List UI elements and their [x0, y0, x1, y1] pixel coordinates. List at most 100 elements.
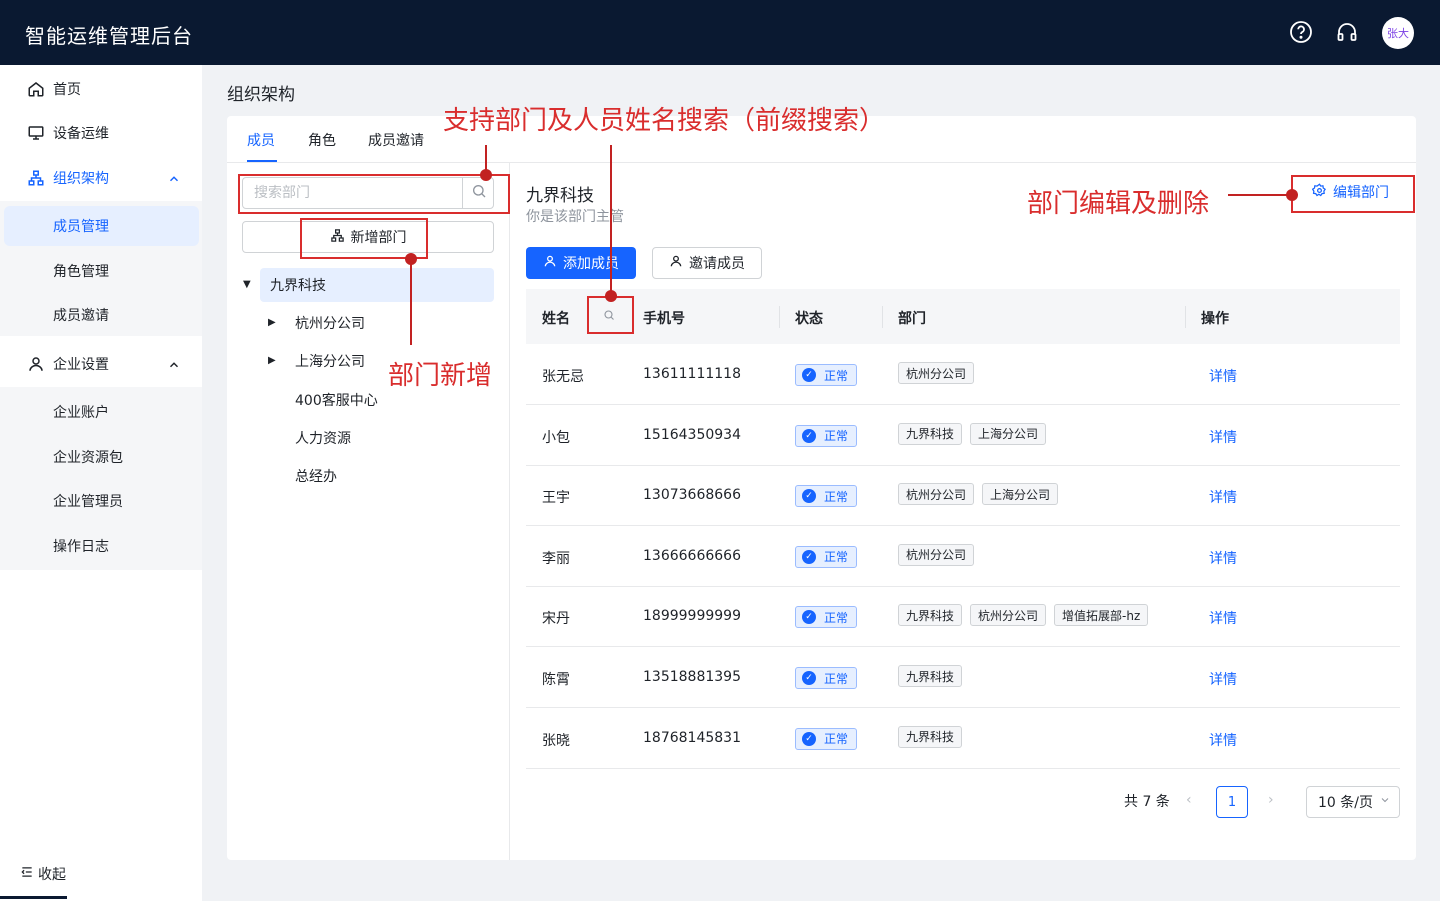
page-button[interactable]: 1: [1216, 786, 1248, 818]
member-name: 王宇: [542, 490, 570, 507]
member-name: 张无忌: [542, 369, 584, 385]
caret-right-icon[interactable]: ▶: [268, 355, 276, 366]
col-phone: 手机号: [643, 311, 685, 327]
dept-tags: 九界科技 杭州分公司 增值拓展部-hz: [898, 604, 1149, 627]
table-row: 李丽 13666666666 ✓ 正常 杭州分公司 详情: [526, 526, 1400, 587]
annotation-dot: [480, 169, 492, 181]
chevron-right-icon[interactable]: ›: [1268, 792, 1274, 808]
annotation-box-search: [238, 174, 510, 214]
detail-link[interactable]: 详情: [1209, 730, 1237, 750]
home-icon: [27, 80, 45, 98]
tab-invites[interactable]: 成员邀请: [368, 130, 424, 150]
table-row: 小包 15164350934 ✓ 正常 九界科技 上海分公司 详情: [526, 405, 1400, 466]
status-label: 正常: [824, 732, 849, 747]
sidebar-collapse-button[interactable]: 收起: [20, 864, 66, 884]
sidebar-item-operation-log[interactable]: 操作日志: [0, 526, 202, 566]
detail-link[interactable]: 详情: [1209, 427, 1237, 447]
dept-tags: 杭州分公司: [898, 362, 975, 384]
annotation-add-note: 部门新增: [388, 361, 493, 391]
tree-node[interactable]: 人力资源: [295, 421, 351, 455]
status-label: 正常: [824, 550, 849, 565]
col-divider: [1185, 306, 1186, 328]
headset-icon[interactable]: [1335, 20, 1359, 44]
sidebar-item-enterprise[interactable]: 企业设置: [0, 344, 202, 384]
scrollbar[interactable]: [0, 896, 67, 899]
caret-down-icon[interactable]: ▼: [243, 279, 251, 290]
tree-node[interactable]: 上海分公司: [295, 344, 365, 378]
sidebar-item-label: 设备运维: [53, 126, 109, 142]
status-badge: ✓ 正常: [795, 606, 857, 629]
app-title: 智能运维管理后台: [25, 24, 193, 48]
tree-node[interactable]: 杭州分公司: [295, 306, 365, 340]
status-label: 正常: [824, 368, 849, 383]
annotation-dot: [1286, 189, 1298, 201]
table-header: 姓名 手机号 状态 部门 操作: [526, 289, 1400, 344]
top-header: 智能运维管理后台 张大: [0, 0, 1440, 65]
sidebar-item-resource-pack[interactable]: 企业资源包: [0, 437, 202, 477]
table-row: 陈霄 13518881395 ✓ 正常 九界科技 详情: [526, 647, 1400, 708]
detail-link[interactable]: 详情: [1209, 487, 1237, 507]
tree-node-label: 人力资源: [295, 431, 351, 447]
avatar[interactable]: 张大: [1382, 17, 1414, 49]
sidebar-item-label: 企业账户: [53, 405, 109, 421]
col-divider: [882, 306, 883, 328]
page-size-select[interactable]: 10 条/页: [1306, 786, 1400, 818]
dept-tag: 上海分公司: [982, 483, 1059, 506]
sidebar-item-admin[interactable]: 企业管理员: [0, 481, 202, 521]
status-badge: ✓ 正常: [795, 667, 857, 689]
user-icon: [543, 254, 557, 272]
member-name: 张晓: [542, 732, 570, 749]
sidebar-item-member-mgmt[interactable]: 成员管理: [4, 206, 199, 246]
tree-node[interactable]: 总经办: [295, 459, 337, 493]
status-label: 正常: [824, 429, 849, 444]
sidebar-item-label: 操作日志: [53, 539, 109, 555]
help-icon[interactable]: [1289, 20, 1313, 44]
tree-node[interactable]: 400客服中心: [295, 383, 378, 417]
sidebar-item-device[interactable]: 设备运维: [0, 113, 202, 153]
dept-tag: 九界科技: [898, 604, 963, 627]
annotation-dot: [405, 253, 417, 265]
sidebar-item-org[interactable]: 组织架构: [0, 158, 202, 198]
detail-link[interactable]: 详情: [1209, 366, 1237, 386]
col-dept: 部门: [898, 311, 926, 327]
member-name: 宋丹: [542, 611, 570, 628]
detail-link[interactable]: 详情: [1209, 548, 1237, 568]
member-name: 陈霄: [542, 672, 570, 688]
status-badge: ✓ 正常: [795, 364, 857, 386]
check-circle-icon: ✓: [802, 731, 816, 746]
sidebar-item-account[interactable]: 企业账户: [0, 392, 202, 432]
status-label: 正常: [824, 610, 849, 625]
sidebar-item-role-mgmt[interactable]: 角色管理: [0, 251, 202, 291]
caret-right-icon[interactable]: ▶: [268, 317, 276, 328]
tree-node-root[interactable]: 九界科技: [260, 268, 494, 302]
chevron-left-icon[interactable]: ‹: [1186, 792, 1192, 808]
tab-roles[interactable]: 角色: [308, 130, 336, 150]
annotation-line: [410, 259, 412, 345]
member-phone: 13073668666: [643, 487, 741, 504]
collapse-label: 收起: [38, 867, 66, 883]
col-divider: [779, 306, 780, 328]
dept-tag: 杭州分公司: [898, 543, 975, 566]
page-size-value: 10 条/页: [1318, 795, 1373, 811]
status-badge: ✓ 正常: [795, 485, 857, 508]
collapse-icon: [20, 865, 34, 883]
tab-members[interactable]: 成员: [247, 130, 275, 150]
detail-link[interactable]: 详情: [1209, 669, 1237, 689]
detail-link[interactable]: 详情: [1209, 608, 1237, 628]
invite-member-button[interactable]: 邀请成员: [652, 247, 762, 279]
tree-node-label: 上海分公司: [295, 354, 365, 370]
sidebar-item-label: 成员邀请: [53, 308, 109, 324]
pagination: 共 7 条 ‹ 1 › 10 条/页: [227, 786, 1416, 818]
check-circle-icon: ✓: [802, 489, 816, 504]
tab-indicator: [247, 160, 277, 162]
invite-member-label: 邀请成员: [689, 256, 745, 272]
check-circle-icon: ✓: [802, 549, 816, 564]
page-title: 组织架构: [227, 85, 295, 105]
dept-tag: 九界科技: [898, 725, 963, 748]
table-row: 张晓 18768145831 ✓ 正常 九界科技 详情: [526, 708, 1400, 769]
sidebar-item-home[interactable]: 首页: [0, 69, 202, 109]
dept-tag: 杭州分公司: [970, 604, 1047, 627]
add-member-button[interactable]: 添加成员: [526, 247, 636, 279]
table-row: 宋丹 18999999999 ✓ 正常 九界科技 杭州分公司 增值拓展部-hz 详情: [526, 586, 1400, 648]
sidebar-item-member-invite[interactable]: 成员邀请: [0, 295, 202, 335]
